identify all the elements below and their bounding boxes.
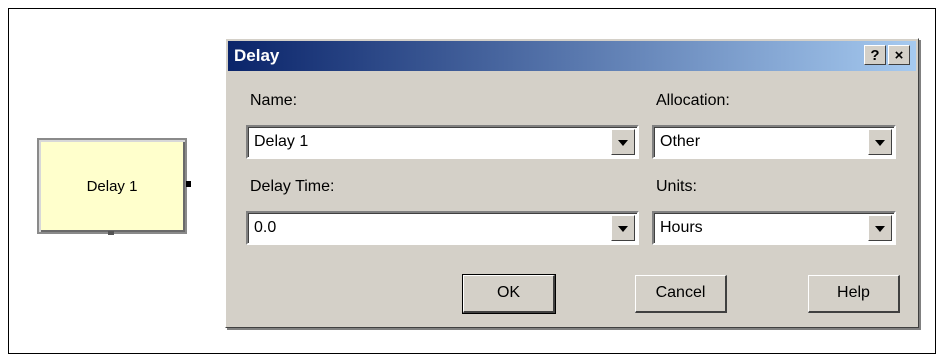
units-value: Hours xyxy=(660,219,703,236)
allocation-value: Other xyxy=(660,133,701,150)
delay-time-label: Delay Time: xyxy=(250,178,335,195)
ok-button[interactable]: OK xyxy=(462,274,556,314)
delay-module[interactable]: Delay 1 xyxy=(37,138,187,234)
delay-dialog: Delay ? × Name: Delay 1 Allocation: Othe… xyxy=(225,38,919,328)
help-button[interactable]: Help xyxy=(808,275,900,313)
delay-module-label: Delay 1 xyxy=(86,177,138,195)
allocation-label: Allocation: xyxy=(656,92,730,109)
dialog-title-bar[interactable]: Delay ? × xyxy=(228,41,916,71)
module-bottom-connector xyxy=(108,231,114,235)
name-dropdown-arrow-icon[interactable] xyxy=(611,129,635,155)
units-label: Units: xyxy=(656,178,697,195)
name-label: Name: xyxy=(250,92,298,109)
close-icon[interactable]: × xyxy=(888,45,910,65)
name-combobox[interactable]: Delay 1 xyxy=(246,125,639,159)
dialog-title: Delay xyxy=(234,46,280,65)
units-combobox[interactable]: Hours xyxy=(652,211,896,245)
module-exit-connector[interactable] xyxy=(186,181,191,187)
units-dropdown-arrow-icon[interactable] xyxy=(868,215,892,241)
delay-time-value: 0.0 xyxy=(254,219,277,236)
allocation-dropdown-arrow-icon[interactable] xyxy=(868,129,892,155)
allocation-combobox[interactable]: Other xyxy=(652,125,896,159)
delay-time-combobox[interactable]: 0.0 xyxy=(246,211,639,245)
name-value: Delay 1 xyxy=(254,133,309,150)
help-question-icon[interactable]: ? xyxy=(864,45,886,65)
cancel-button[interactable]: Cancel xyxy=(635,275,727,313)
delay-time-dropdown-arrow-icon[interactable] xyxy=(611,215,635,241)
